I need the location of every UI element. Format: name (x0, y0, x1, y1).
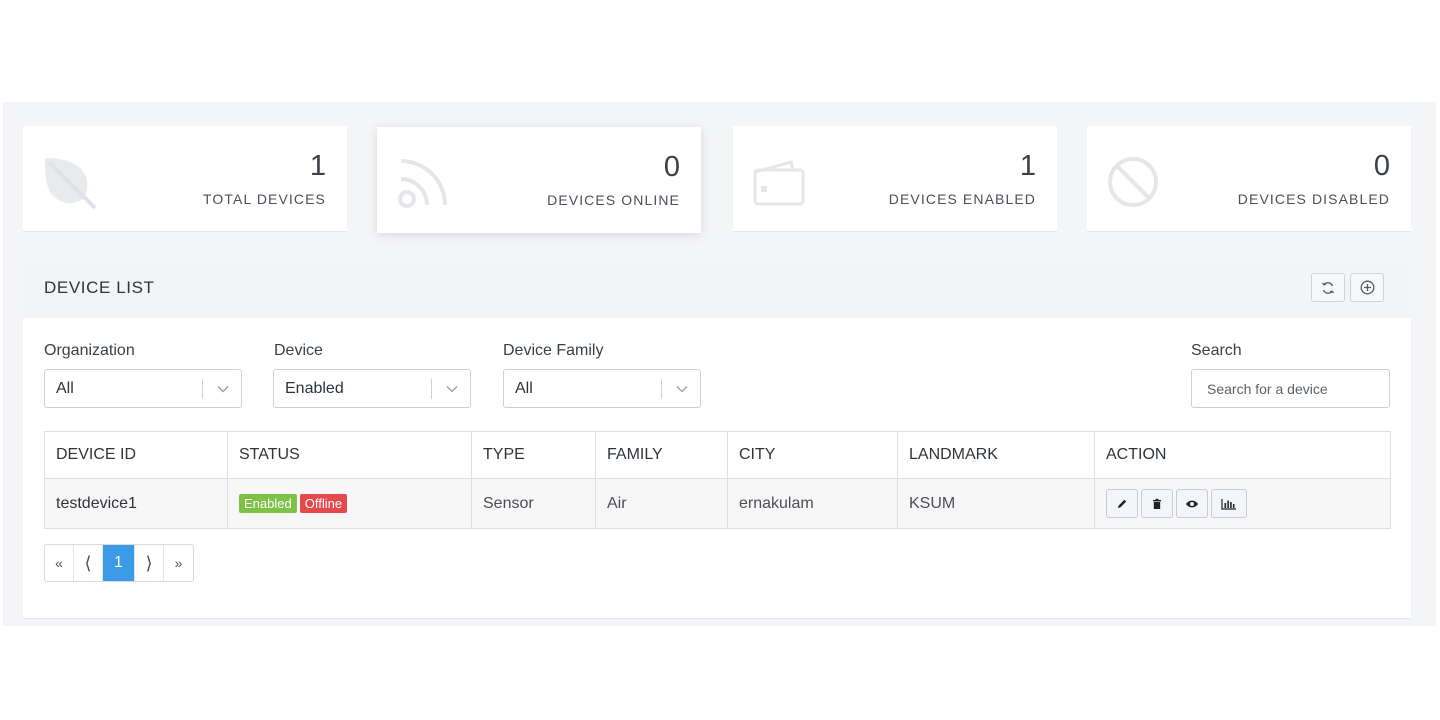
column-header-action: ACTION (1094, 431, 1391, 479)
column-header-landmark[interactable]: LANDMARK (897, 431, 1095, 479)
stat-label: TOTAL DEVICES (203, 191, 326, 207)
add-device-button[interactable] (1350, 273, 1384, 302)
device-label: Device (274, 342, 323, 359)
eye-icon (1186, 500, 1198, 507)
stat-card-devices-enabled: 1 DEVICES ENABLED (733, 126, 1057, 232)
trash-icon (1153, 498, 1161, 509)
cell-family: Air (595, 478, 728, 529)
pagination: « ⟨ 1 ⟩ » (44, 544, 194, 582)
select-value: All (56, 380, 74, 397)
cell-city: ernakulam (727, 478, 898, 529)
stat-card-devices-disabled: 0 DEVICES DISABLED (1087, 126, 1411, 232)
delete-button[interactable] (1141, 489, 1173, 518)
table-header-row: DEVICE ID STATUS TYPE FAMILY CITY LANDMA… (44, 431, 1391, 479)
bar-chart-icon (1221, 498, 1236, 510)
stat-label: DEVICES DISABLED (1237, 191, 1390, 207)
chevron-down-icon (446, 386, 458, 393)
status-badge-offline: Offline (299, 494, 348, 513)
organization-select[interactable]: All (44, 369, 242, 408)
cell-landmark: KSUM (897, 478, 1095, 529)
cell-device-id: testdevice1 (44, 478, 228, 529)
select-divider (431, 379, 432, 399)
select-divider (661, 379, 662, 399)
stat-label: DEVICES ENABLED (888, 191, 1036, 207)
refresh-icon (1322, 281, 1334, 294)
device-family-select[interactable]: All (503, 369, 701, 408)
page-1-button[interactable]: 1 (103, 545, 135, 581)
stat-card-total-devices: 1 TOTAL DEVICES (23, 126, 347, 232)
refresh-button[interactable] (1311, 273, 1345, 302)
cell-type: Sensor (471, 478, 596, 529)
search-label: Search (1191, 342, 1242, 359)
device-table: DEVICE ID STATUS TYPE FAMILY CITY LANDMA… (44, 431, 1391, 529)
stat-value: 0 (1373, 150, 1390, 182)
chevron-down-icon (676, 386, 688, 393)
stat-card-devices-online: 0 DEVICES ONLINE (377, 127, 701, 233)
column-header-city[interactable]: CITY (727, 431, 898, 479)
device-status-select[interactable]: Enabled (273, 369, 471, 408)
statistics-button[interactable] (1211, 489, 1247, 518)
ban-icon (1108, 157, 1158, 207)
last-page-button[interactable]: » (164, 545, 193, 581)
select-divider (202, 379, 203, 399)
stat-value: 1 (1019, 150, 1036, 182)
column-header-type[interactable]: TYPE (471, 431, 596, 479)
cell-actions (1094, 478, 1391, 529)
column-header-status[interactable]: STATUS (227, 431, 472, 479)
select-value: All (515, 380, 533, 397)
previous-page-button[interactable]: ⟨ (74, 545, 103, 581)
stat-value: 0 (663, 151, 680, 183)
stat-value: 1 (309, 150, 326, 182)
table-row[interactable]: testdevice1 Enabled Offline Sensor Air er… (44, 478, 1391, 529)
add-circle-icon (1360, 280, 1374, 295)
leaf-icon (45, 158, 97, 210)
pencil-icon (1118, 499, 1127, 508)
stat-label: DEVICES ONLINE (547, 192, 680, 208)
chevron-down-icon (217, 386, 229, 393)
panel-title: DEVICE LIST (44, 278, 155, 297)
cell-status: Enabled Offline (227, 478, 472, 529)
column-header-family[interactable]: FAMILY (595, 431, 728, 479)
view-button[interactable] (1176, 489, 1208, 518)
rss-icon (398, 159, 447, 208)
organization-label: Organization (44, 342, 135, 359)
panel-header: DEVICE LIST (23, 259, 1411, 318)
next-page-button[interactable]: ⟩ (135, 545, 164, 581)
search-input[interactable] (1191, 369, 1390, 408)
device-list-panel: DEVICE LIST Organization All Device Enab… (23, 259, 1411, 619)
device-family-label: Device Family (503, 342, 604, 359)
edit-button[interactable] (1106, 489, 1138, 518)
status-badge-enabled: Enabled (239, 494, 297, 513)
select-value: Enabled (285, 380, 344, 397)
wallet-icon (753, 160, 805, 206)
first-page-button[interactable]: « (45, 545, 74, 581)
column-header-device-id[interactable]: DEVICE ID (44, 431, 228, 479)
